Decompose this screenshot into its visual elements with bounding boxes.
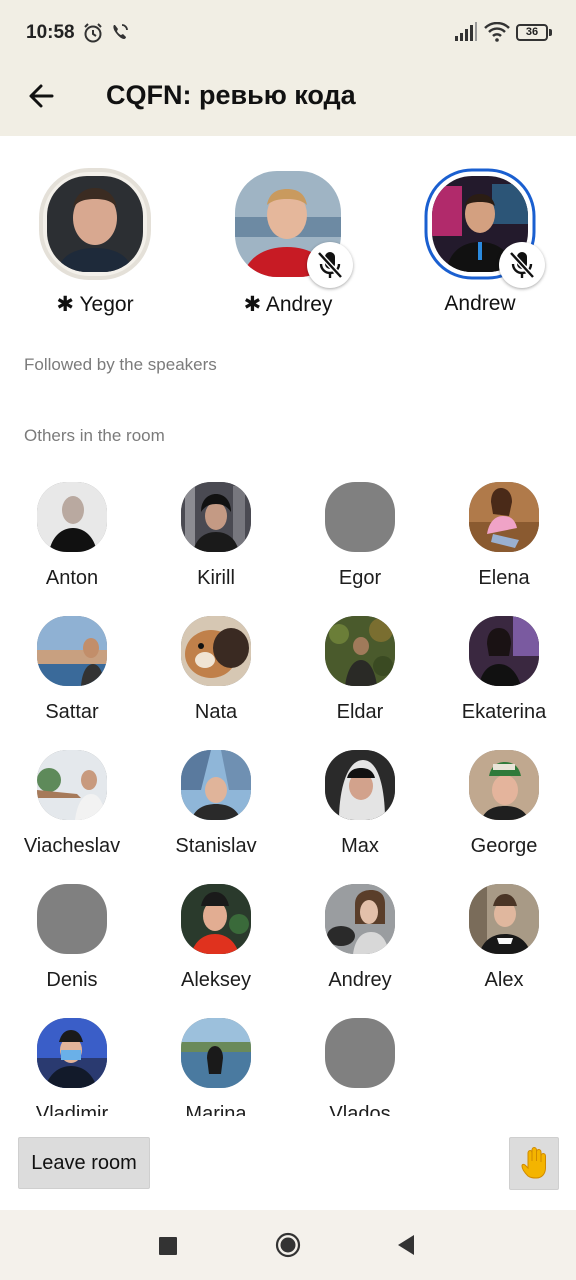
member-name: Stanislav [175,835,257,857]
arrow-left-icon [29,84,54,108]
speaker-name: ✱ Andrey [243,293,333,316]
muted-badge [307,242,353,288]
back-button[interactable] [24,78,60,114]
muted-badge [499,242,545,288]
member-name: Nata [194,701,238,723]
member-vlados[interactable]: Vlados [288,1006,432,1116]
member-ekaterina[interactable]: Ekaterina [432,604,576,738]
followed-section-label: Followed by the speakers [24,355,217,374]
battery-tip [549,29,552,36]
member-andrey[interactable]: Andrey [288,872,432,1006]
member-george[interactable]: George [432,738,576,872]
member-kirill[interactable]: Kirill [144,470,288,604]
top-bar: 10:58 36 CQFN: ревью кода [0,0,576,136]
home-circle-icon[interactable] [275,1232,301,1258]
raise-hand-button[interactable] [509,1137,559,1190]
avatar [37,616,107,686]
avatar [181,750,251,820]
speaker-name: ✱ Yegor [56,293,134,316]
avatar-placeholder [325,482,395,552]
room-title: CQFN: ревью кода [106,80,356,110]
speaking-ring [37,166,153,282]
member-name: Andrey [328,969,392,991]
member-name: Eldar [336,701,384,723]
member-marina[interactable]: Marina [144,1006,288,1116]
member-name: Anton [45,567,99,589]
avatar [469,884,539,954]
back-triangle-icon[interactable] [396,1234,416,1256]
leave-room-button[interactable]: Leave room [18,1137,150,1189]
signal-icon [454,22,478,47]
recents-square-icon[interactable] [159,1237,177,1255]
battery-icon: 36 [516,24,548,41]
mic-off-icon [509,251,535,279]
member-egor[interactable]: Egor [288,470,432,604]
battery-level: 36 [525,26,539,38]
avatar [37,482,107,552]
member-vladimir[interactable]: Vladimir [0,1006,144,1116]
member-denis[interactable]: Denis [0,872,144,1006]
avatar [469,616,539,686]
member-name: Ekaterina [461,701,547,723]
call-icon [110,22,130,49]
member-eldar[interactable]: Eldar [288,604,432,738]
member-aleksey[interactable]: Aleksey [144,872,288,1006]
member-name: Vladimir [35,1103,109,1116]
speaker-andrew[interactable]: Andrew [385,160,575,330]
member-name: Max [341,835,379,857]
others-section-label: Others in the room [24,426,165,445]
member-anton[interactable]: Anton [0,470,144,604]
member-viacheslav[interactable]: Viacheslav [0,738,144,872]
system-nav-bar [0,1210,576,1280]
avatar-placeholder [37,884,107,954]
avatar [325,616,395,686]
member-max[interactable]: Max [288,738,432,872]
status-bar: 10:58 36 [0,0,576,68]
avatar [325,884,395,954]
member-name: Egor [338,567,382,589]
member-name: Viacheslav [23,835,121,857]
member-name: Vlados [329,1103,391,1116]
avatar [37,750,107,820]
member-name: Aleksey [180,969,252,991]
member-name: Elena [478,567,530,589]
member-name: Marina [185,1103,247,1116]
member-elena[interactable]: Elena [432,470,576,604]
member-name: Kirill [197,567,235,589]
speaker-andrey[interactable]: ✱ Andrey [193,160,383,330]
member-stanislav[interactable]: Stanislav [144,738,288,872]
mic-off-icon [317,251,343,279]
avatar [469,482,539,552]
avatar [181,884,251,954]
speaker-yegor[interactable]: ✱ Yegor [0,160,190,330]
member-name: Denis [46,969,98,991]
member-nata[interactable]: Nata [144,604,288,738]
raised-hand-icon [521,1146,546,1179]
avatar [181,482,251,552]
avatar [47,176,143,272]
avatar [37,1018,107,1088]
alarm-icon [82,22,104,49]
avatar-placeholder [325,1018,395,1088]
status-time: 10:58 [26,22,75,43]
avatar [325,750,395,820]
avatar [469,750,539,820]
audience-grid[interactable]: Anton Kirill Egor Elena Sattar Nata Elda… [0,470,576,1116]
speaker-name: Andrew [444,292,516,315]
wifi-icon [484,21,510,47]
avatar [181,616,251,686]
avatar [181,1018,251,1088]
member-sattar[interactable]: Sattar [0,604,144,738]
member-name: Sattar [45,701,99,723]
member-alex[interactable]: Alex [432,872,576,1006]
member-name: George [470,835,538,857]
member-name: Alex [484,969,524,991]
